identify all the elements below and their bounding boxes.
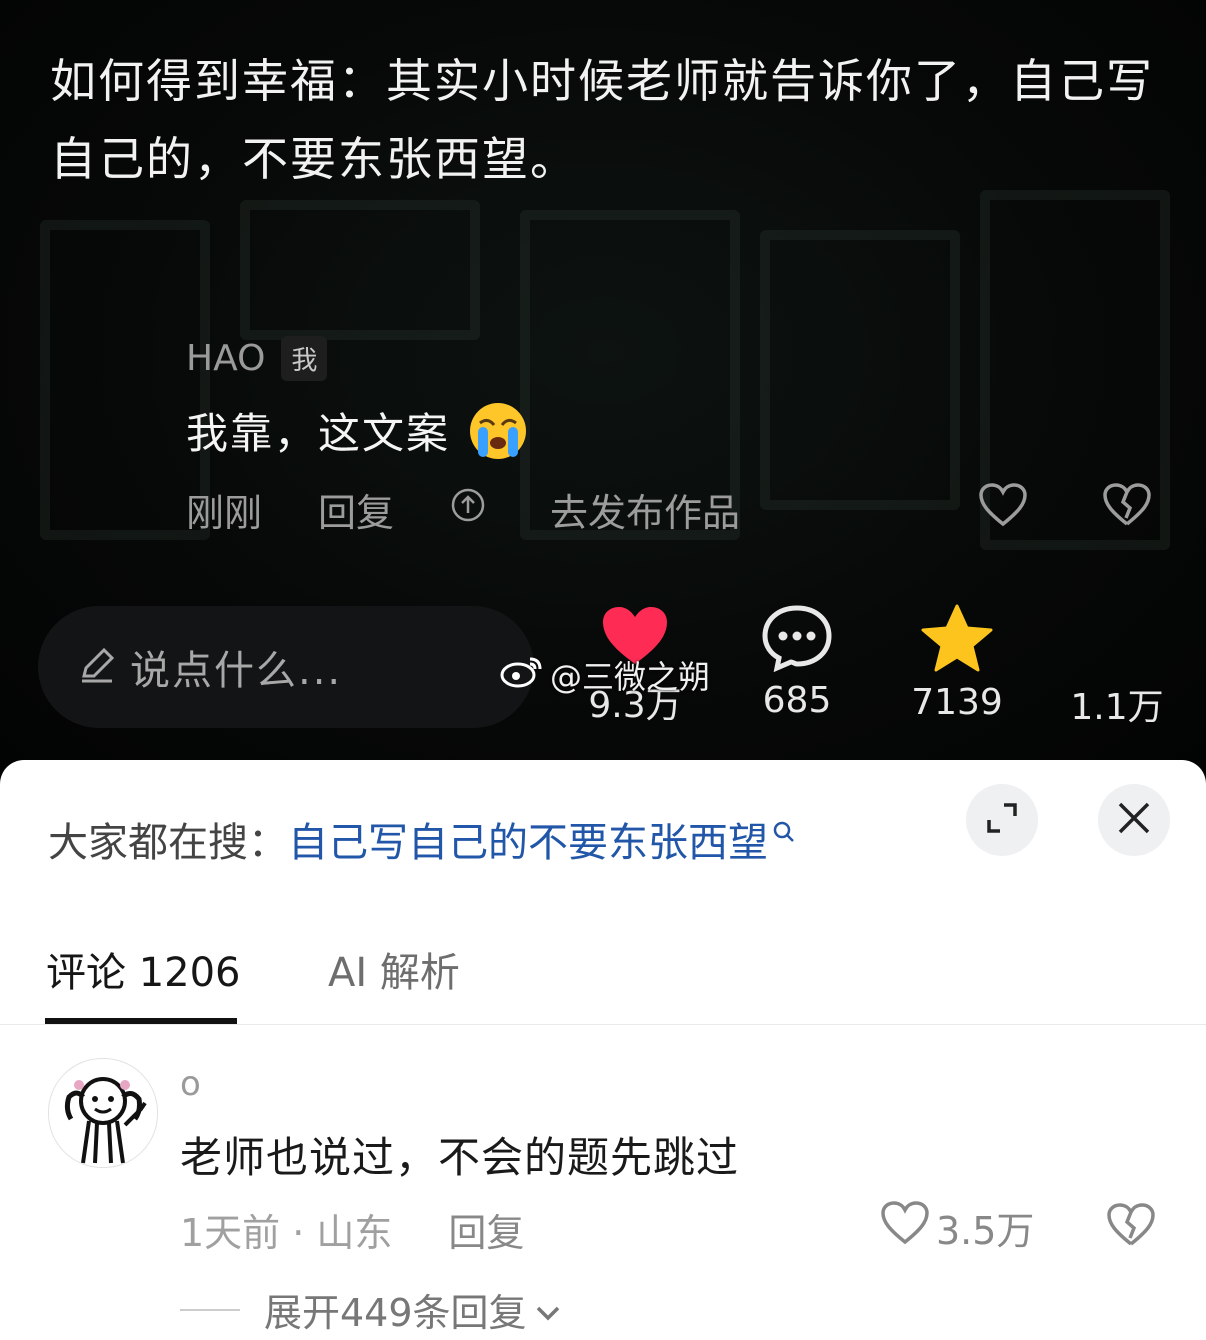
comment-time-location: 1天前 · 山东 xyxy=(180,1211,393,1255)
watermark-text: @三微之朔 xyxy=(550,658,711,696)
expand-icon xyxy=(984,800,1020,840)
publish-work-button[interactable]: 去发布作品 xyxy=(450,482,796,537)
weibo-logo-icon xyxy=(500,653,544,697)
comment-time: 刚刚 xyxy=(186,491,263,535)
video-area[interactable]: 如何得到幸福：其实小时候老师就告诉你了，自己写自己的，不要东张西望。 HAO 我… xyxy=(0,0,1206,780)
upload-circle-icon xyxy=(450,487,486,532)
comment-meta: 1天前 · 山东 回复 xyxy=(180,1202,524,1257)
share-stat[interactable]: 1.1万 xyxy=(1042,604,1192,730)
comment-count: 685 xyxy=(762,680,832,721)
comment-like-button[interactable]: 3.5万 xyxy=(880,1200,1034,1255)
trending-search-label: 大家都在搜： xyxy=(48,820,288,866)
tab-comments[interactable]: 评论 1206 xyxy=(46,940,241,998)
search-icon xyxy=(772,808,796,854)
video-caption: 如何得到幸福：其实小时候老师就告诉你了，自己写自己的，不要东张西望。 xyxy=(50,54,1154,186)
reply-button[interactable]: 回复 xyxy=(448,1202,524,1257)
comment-bubble-icon xyxy=(761,605,833,676)
comment-text: 我靠，这文案 xyxy=(186,400,528,461)
comment-like-count: 3.5万 xyxy=(936,1209,1035,1253)
me-badge: 我 xyxy=(281,336,328,381)
divider xyxy=(180,1308,240,1311)
comment-stat[interactable]: 685 xyxy=(722,604,872,721)
comment-username[interactable]: o xyxy=(180,1064,201,1104)
sheet-tabs: 评论 1206 AI 解析 xyxy=(0,932,1206,1025)
tab-ai-analysis[interactable]: AI 解析 xyxy=(328,940,460,998)
close-icon xyxy=(1116,800,1152,840)
share-count: 1.1万 xyxy=(1070,687,1164,728)
active-tab-indicator xyxy=(45,1018,237,1024)
comment-author[interactable]: HAO 我 xyxy=(186,336,328,381)
trending-search-query[interactable]: 自己写自己的不要东张西望 xyxy=(288,810,768,868)
close-button[interactable] xyxy=(1098,784,1170,856)
expand-replies-label: 展开449条回复 xyxy=(264,1291,527,1335)
comment-text: 老师也说过，不会的题先跳过 xyxy=(180,1133,740,1182)
expand-button[interactable] xyxy=(966,784,1038,856)
avatar[interactable] xyxy=(48,1058,158,1168)
favorite-count: 7139 xyxy=(911,682,1003,723)
comment-reply-button[interactable]: 回复 xyxy=(318,482,394,537)
publish-label: 去发布作品 xyxy=(550,491,741,535)
comment-body: 我靠，这文案 xyxy=(186,409,451,458)
trending-search[interactable]: 大家都在搜： 自己写自己的不要东张西望 xyxy=(48,810,796,868)
heart-outline-icon[interactable] xyxy=(978,482,1028,532)
weibo-watermark: @三微之朔 xyxy=(500,652,710,698)
star-icon xyxy=(920,604,994,678)
broken-heart-icon[interactable] xyxy=(1106,1202,1156,1252)
crying-emoji-icon xyxy=(468,401,528,461)
comment-username[interactable]: HAO xyxy=(186,338,265,379)
comment-sheet: 大家都在搜： 自己写自己的不要东张西望 评论 1206 AI 解析 o 老师也说… xyxy=(0,760,1206,1340)
broken-heart-icon[interactable] xyxy=(1102,482,1152,532)
comment-meta: 刚刚 回复 去发布作品 xyxy=(186,482,796,537)
expand-replies[interactable]: 展开449条回复 xyxy=(180,1282,561,1337)
chevron-down-icon xyxy=(535,1288,561,1332)
comment-input[interactable]: 说点什么... xyxy=(38,606,534,728)
favorite-stat[interactable]: 7139 xyxy=(882,604,1032,723)
pencil-icon xyxy=(78,646,116,688)
comment-input-placeholder: 说点什么... xyxy=(130,648,343,694)
heart-outline-icon xyxy=(880,1200,930,1255)
